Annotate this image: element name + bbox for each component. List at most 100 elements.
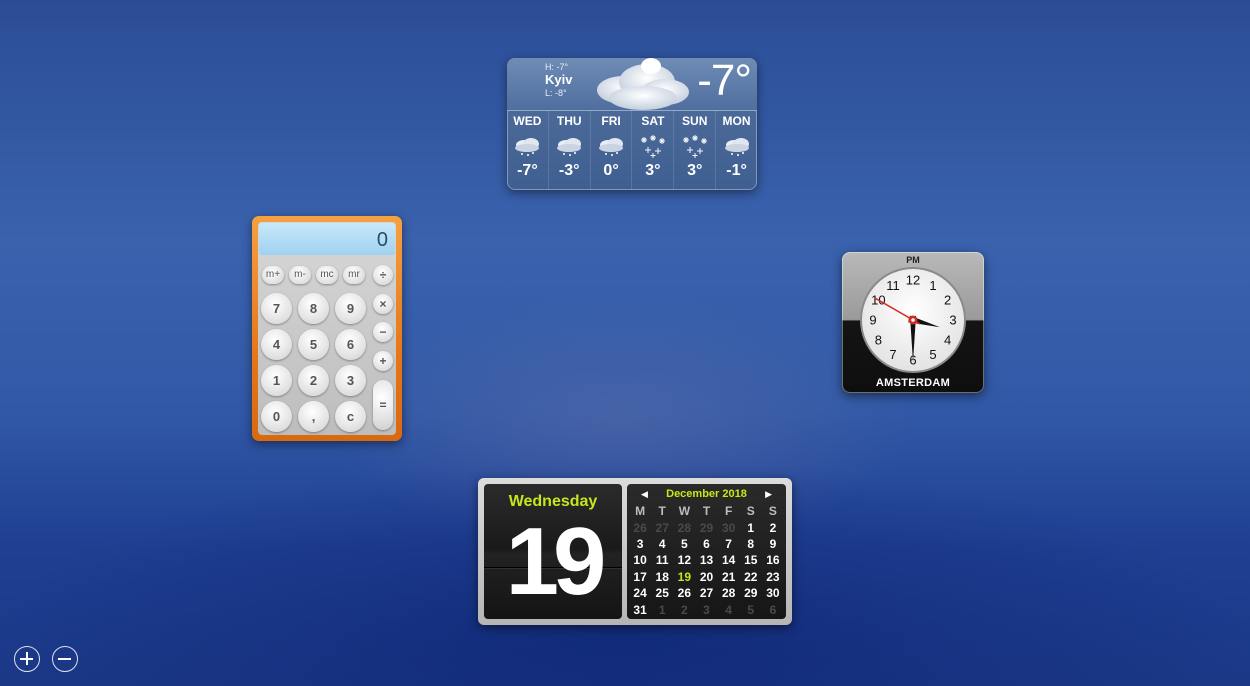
digit-3-button[interactable]: 3 [335,365,366,396]
divide-button[interactable]: ÷ [373,265,393,285]
calendar-day-cell: 17 [633,569,647,584]
calendar-day-cell: 18 [655,569,669,584]
clock-numeral: 1 [929,278,936,293]
clock-widget[interactable]: PM 121234567891011 AMSTERDAM [842,252,984,393]
calendar-day-cell: 25 [655,586,669,601]
calendar-day-cell: 24 [633,586,647,601]
calendar-day-cell: 26 [677,586,692,601]
digit-9-button[interactable]: 9 [335,293,366,324]
calendar-day-cell: 30 [721,520,736,535]
memory-subtract-button[interactable]: m- [289,266,311,284]
forecast-day-name: THU [556,114,582,128]
digit-2-button[interactable]: 2 [298,365,329,396]
calendar-day-cell: 10 [633,553,647,568]
weather-low: L: -8° [545,88,567,98]
calendar-day-cell: 1 [747,520,755,535]
calendar-month-title: December 2018 [666,488,747,500]
weather-widget[interactable]: H: -7° Kyiv L: -8° -7° WED -7° THU -3° F… [507,58,757,190]
forecast-day-name: WED [513,114,542,128]
forecast-temp: 3° [687,162,703,179]
snow-cloud-icon [515,138,540,156]
clear-button[interactable]: c [335,401,366,432]
forecast-day-name: SUN [682,114,708,128]
calendar-day-cell: 29 [699,520,714,535]
calculator-widget[interactable]: 0 m+ m- mc mr ÷ × − + = 7 8 9 4 5 6 1 2 … [252,216,402,441]
calendar-widget[interactable]: Wednesday 19 ◀ December 2018 ▶ M T W T F S S 26… [478,478,792,625]
forecast-day-name: SAT [641,114,665,128]
clock-city: AMSTERDAM [875,377,951,389]
memory-clear-button[interactable]: mc [316,266,338,284]
plus-circle-icon[interactable] [14,646,40,672]
digit-7-button[interactable]: 7 [261,293,292,324]
calendar-day-cell: 4 [725,602,732,617]
calendar-day-cell: 7 [725,536,732,551]
calendar-month-panel: ◀ December 2018 ▶ M T W T F S S 26 27 28 29 30 1 2 3 4 5… [627,484,786,619]
clock-ampm: PM [906,255,920,265]
calendar-day-cell: 20 [699,569,714,584]
calendar-day-cell: 3 [636,536,644,551]
memory-recall-button[interactable]: mr [343,266,365,284]
weekday-header: T [702,504,711,519]
minus-circle-icon[interactable] [52,646,78,672]
weather-high: H: -7° [545,62,569,72]
forecast-temp: 3° [645,162,661,179]
dashboard-desktop: H: -7° Kyiv L: -8° -7° WED -7° THU -3° F… [0,0,1250,686]
digit-0-button[interactable]: 0 [261,401,292,432]
digit-1-button[interactable]: 1 [261,365,292,396]
calendar-day-cell: 26 [633,520,647,535]
clock-numeral: 3 [949,313,956,328]
calendar-month-header: ◀ December 2018 ▶ [627,487,786,501]
weather-header: H: -7° Kyiv L: -8° -7° [507,58,757,111]
digit-5-button[interactable]: 5 [298,329,329,360]
minus-button[interactable]: − [373,322,393,342]
calendar-day-cell: 8 [747,536,755,551]
calendar-day-cell: 11 [655,553,669,568]
calendar-day-panel[interactable]: Wednesday 19 [484,484,622,619]
calendar-day-cell: 15 [744,553,758,568]
forecast-temp: -7° [517,162,538,179]
memory-add-button[interactable]: m+ [262,266,284,284]
weekday-header: F [724,504,733,519]
calculator-body: 0 m+ m- mc mr ÷ × − + = 7 8 9 4 5 6 1 2 … [258,222,396,435]
weekday-header: S [768,504,777,519]
calendar-day-cell: 23 [766,569,780,584]
calendar-day-cell: 14 [721,553,736,568]
clock-numeral: 11 [886,278,900,293]
forecast-temp: 0° [603,162,619,179]
calendar-day-cell: 30 [766,586,780,601]
calendar-day-cell: 22 [744,569,758,584]
decimal-button[interactable]: , [298,401,329,432]
snow-cloud-icon [599,138,624,156]
digit-8-button[interactable]: 8 [298,293,329,324]
forecast-day: SUN 3° [674,110,717,190]
calendar-day-cell: 16 [766,553,780,568]
clock-numeral: 8 [875,333,882,348]
snow-cloud-icon [724,138,749,156]
plus-button[interactable]: + [373,351,393,371]
clock-numeral: 9 [869,313,876,328]
calendar-day-cell: 4 [658,536,666,551]
calendar-grid: M T W T F S S 26 27 28 29 30 1 2 3 4 5 6 7 8 9 10 11 12 13 14 15 16… [629,503,784,618]
clock-numeral: 12 [906,273,920,288]
weekday-header: W [678,504,691,519]
cloud-icon [597,58,689,110]
calendar-day-cell: 28 [721,586,736,601]
equals-button[interactable]: = [373,380,393,430]
calendar-day-cell: 1 [658,602,666,617]
calendar-day-cell: 6 [769,602,777,617]
forecast-day: SAT 3° [632,110,675,190]
clock-numeral: 7 [889,347,896,362]
weather-current-temp: -7° [697,58,752,105]
digit-6-button[interactable]: 6 [335,329,366,360]
calendar-day-cell: 27 [699,586,714,601]
calendar-day-cell: 29 [744,586,758,601]
snow-cloud-icon [557,138,582,156]
next-month-icon[interactable]: ▶ [765,487,772,501]
calendar-day-cell: 27 [655,520,669,535]
digit-4-button[interactable]: 4 [261,329,292,360]
clock-numeral: 4 [944,333,951,348]
calendar-day-cell: 31 [633,602,647,617]
calendar-day-cell: 2 [769,520,777,535]
calendar-day-cell: 5 [681,536,688,551]
multiply-button[interactable]: × [373,294,393,314]
